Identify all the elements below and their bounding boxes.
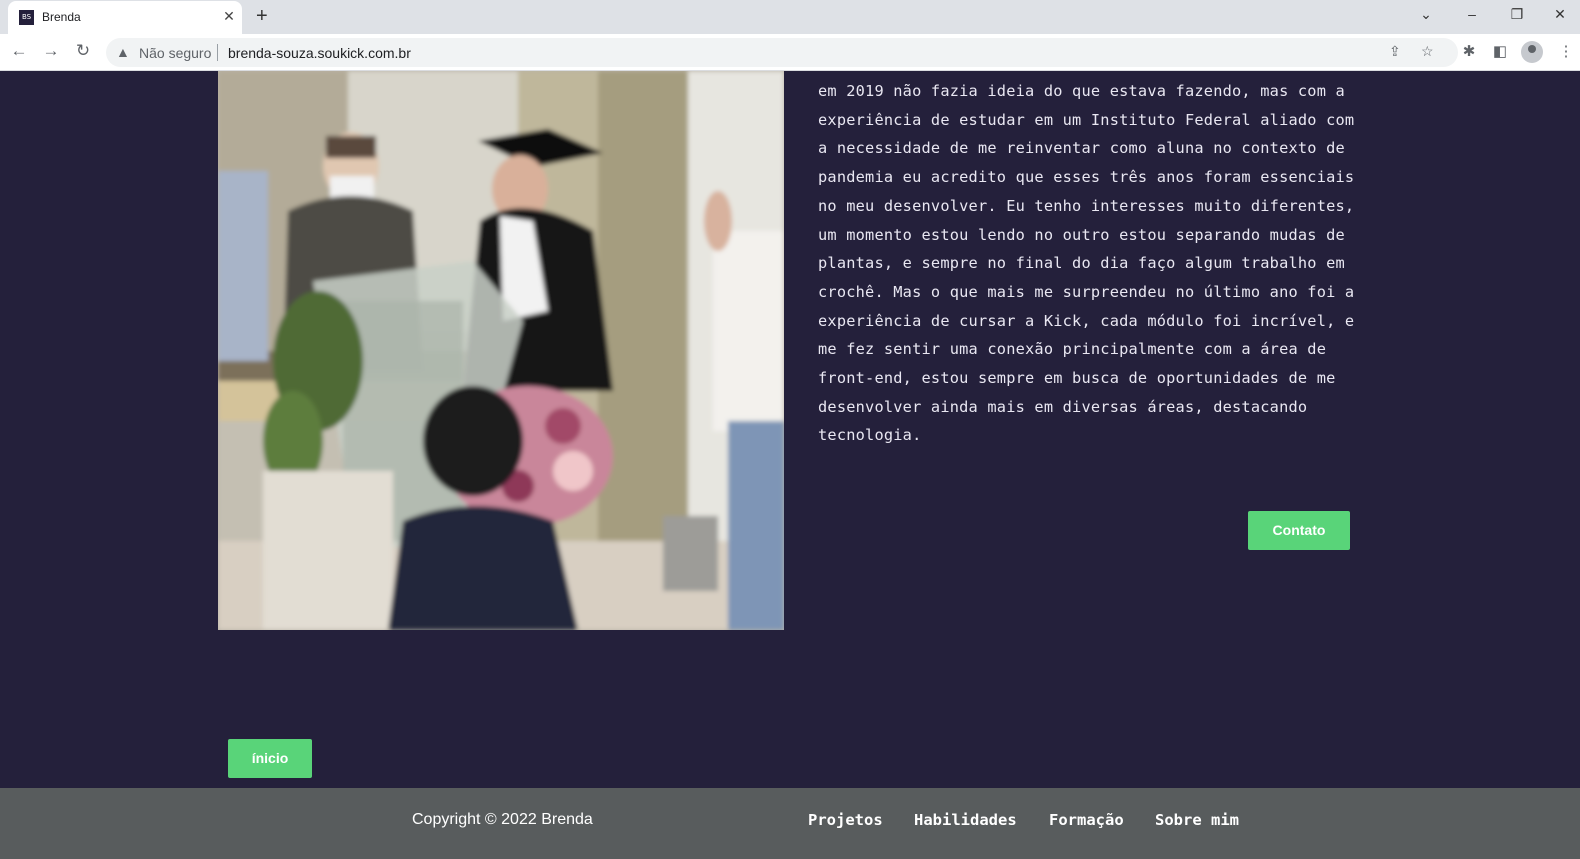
- reload-icon[interactable]: ↻: [72, 41, 94, 61]
- home-button[interactable]: ínicio: [228, 739, 312, 778]
- new-tab-icon[interactable]: +: [256, 5, 268, 27]
- footer-link-formacao[interactable]: Formação: [1049, 811, 1124, 829]
- bookmark-star-icon[interactable]: ☆: [1421, 43, 1434, 60]
- close-tab-icon[interactable]: ✕: [221, 8, 237, 24]
- browser-menu-icon[interactable]: ⋮: [1556, 42, 1576, 60]
- address-separator: [217, 44, 218, 61]
- footer-link-habilidades[interactable]: Habilidades: [914, 811, 1017, 829]
- footer-link-sobre-mim[interactable]: Sobre mim: [1155, 811, 1239, 829]
- contact-button[interactable]: Contato: [1248, 511, 1350, 550]
- extensions-icon[interactable]: ✱: [1459, 42, 1479, 60]
- footer-link-projetos[interactable]: Projetos: [808, 811, 883, 829]
- url-text[interactable]: brenda-souza.soukick.com.br: [228, 45, 411, 61]
- browser-tab[interactable]: BS Brenda ✕: [8, 1, 242, 34]
- graduation-photo: [218, 71, 784, 630]
- page-content: em 2019 não fazia ideia do que estava fa…: [0, 71, 1580, 859]
- site-favicon: BS: [19, 10, 34, 25]
- forward-icon[interactable]: →: [40, 41, 62, 61]
- tab-search-icon[interactable]: ⌄: [1416, 6, 1436, 23]
- tab-title: Brenda: [42, 10, 81, 24]
- restore-icon[interactable]: ❐: [1507, 6, 1527, 23]
- address-bar[interactable]: ▲ Não seguro brenda-souza.soukick.com.br…: [106, 38, 1458, 67]
- profile-avatar-icon[interactable]: [1521, 41, 1543, 63]
- browser-tab-strip: BS Brenda ✕ + ⌄ – ❐ ✕: [0, 0, 1580, 34]
- footer: Copyright © 2022 Brenda Projetos Habilid…: [0, 788, 1580, 859]
- side-panel-icon[interactable]: ◧: [1490, 42, 1510, 60]
- minimize-icon[interactable]: –: [1462, 6, 1482, 22]
- browser-toolbar: ← → ↻ ▲ Não seguro brenda-souza.soukick.…: [0, 34, 1580, 71]
- back-icon[interactable]: ←: [8, 41, 30, 61]
- close-window-icon[interactable]: ✕: [1550, 6, 1570, 23]
- security-status[interactable]: Não seguro: [139, 45, 211, 61]
- about-paragraph: em 2019 não fazia ideia do que estava fa…: [818, 82, 1355, 445]
- share-icon[interactable]: ⇪: [1389, 43, 1401, 60]
- warning-icon[interactable]: ▲: [116, 44, 130, 60]
- copyright-text: Copyright © 2022 Brenda: [412, 811, 593, 828]
